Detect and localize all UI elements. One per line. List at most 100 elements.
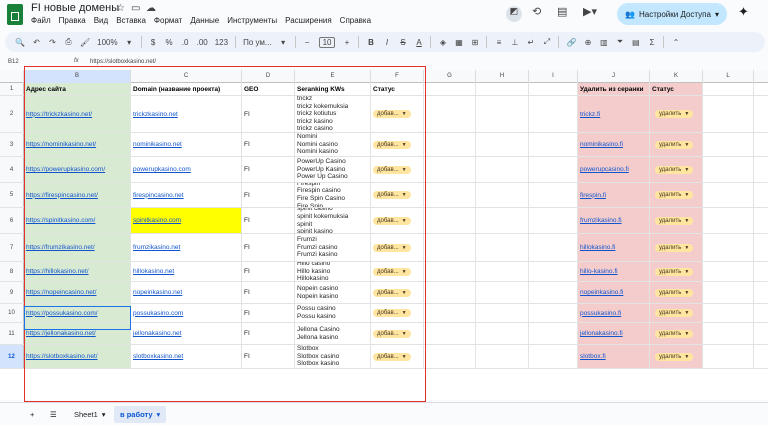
empty-cell[interactable] <box>476 262 529 281</box>
paint-format-icon[interactable]: 🖌 <box>80 38 90 47</box>
remove-domain-link[interactable]: jellonakasino.fi <box>580 330 623 337</box>
status-cell[interactable]: добав... ▼ <box>371 262 424 281</box>
empty-cell[interactable] <box>703 96 754 132</box>
remove-status-cell[interactable]: удалить ▼ <box>650 345 703 368</box>
domain-cell[interactable]: firespincasino.net <box>131 183 242 207</box>
empty-cell[interactable] <box>476 208 529 233</box>
increase-font-icon[interactable]: + <box>342 38 351 47</box>
status-dropdown[interactable]: добав... ▼ <box>373 140 411 149</box>
site-url-link[interactable]: https://nopeincasino.net/ <box>26 289 96 296</box>
status-cell[interactable]: добав... ▼ <box>371 133 424 156</box>
keywords-cell[interactable]: Nomini Nomini casino Nomini kasino <box>295 133 371 156</box>
domain-cell[interactable]: spinitkasino.com <box>131 208 242 233</box>
domain-link[interactable]: frumzikasino.net <box>133 244 180 251</box>
empty-cell[interactable] <box>529 83 578 95</box>
row-number[interactable]: 5 <box>0 183 24 207</box>
site-url-cell[interactable]: https://frumzikasino.net/ <box>24 234 131 261</box>
domain-cell[interactable]: jellonakasino.net <box>131 323 242 344</box>
status-cell[interactable]: добав... ▼ <box>371 282 424 303</box>
remove-status-dropdown[interactable]: удалить ▼ <box>655 110 694 118</box>
cloud-status-icon[interactable]: ☁ <box>146 3 156 14</box>
sheets-logo-icon[interactable] <box>7 4 23 25</box>
empty-cell[interactable] <box>424 282 476 303</box>
remove-domain-cell[interactable]: powerupcasino.fi <box>578 157 650 182</box>
site-url-cell[interactable]: https://powerupkasino.com/ <box>24 157 131 182</box>
status-dropdown[interactable]: добав... ▼ <box>373 216 411 225</box>
geo-cell[interactable]: FI <box>242 262 295 281</box>
empty-cell[interactable] <box>424 345 476 368</box>
keywords-cell[interactable]: Frumzi Frumzi casino Frumzi kasino <box>295 234 371 261</box>
row-number[interactable]: 6 <box>0 208 24 233</box>
empty-cell[interactable] <box>424 234 476 261</box>
status-dropdown[interactable]: добав... ▼ <box>373 309 411 317</box>
menu-help[interactable]: Справка <box>340 16 371 25</box>
empty-cell[interactable] <box>703 133 754 156</box>
strikethrough-icon[interactable]: S <box>398 38 407 47</box>
empty-cell[interactable] <box>529 323 578 344</box>
empty-cell[interactable] <box>703 208 754 233</box>
move-folder-icon[interactable]: ▭ <box>131 3 140 14</box>
header-geo[interactable]: GEO <box>242 83 295 95</box>
select-all-corner[interactable] <box>0 70 24 83</box>
empty-cell[interactable] <box>703 262 754 281</box>
remove-domain-link[interactable]: hillokasino.fi <box>580 244 615 251</box>
empty-cell[interactable] <box>476 345 529 368</box>
account-switcher-icon[interactable]: ◩ <box>506 6 522 22</box>
geo-cell[interactable]: FI <box>242 133 295 156</box>
keywords-cell[interactable]: PowerUp Casino PowerUp Kasino Power Up Cas… <box>295 157 371 182</box>
remove-domain-link[interactable]: nopeinkasino.fi <box>580 289 623 296</box>
remove-domain-cell[interactable]: jellonakasino.fi <box>578 323 650 344</box>
formula-input[interactable]: https://slotboxkasino.net/ <box>90 59 156 65</box>
comment-icon[interactable]: ▤ <box>557 5 567 18</box>
empty-cell[interactable] <box>529 208 578 233</box>
header-status-2[interactable]: Статус <box>650 83 703 95</box>
status-dropdown[interactable]: добав... ▼ <box>373 288 411 297</box>
status-cell[interactable]: добав... ▼ <box>371 323 424 344</box>
more-formats-button[interactable]: 123 <box>215 38 228 47</box>
remove-status-cell[interactable]: удалить ▼ <box>650 133 703 156</box>
row-number[interactable]: 12 <box>0 345 24 368</box>
domain-cell[interactable]: slotboxkasino.net <box>131 345 242 368</box>
menu-data[interactable]: Данные <box>190 16 219 25</box>
menu-edit[interactable]: Правка <box>59 16 86 25</box>
row-number[interactable]: 7 <box>0 234 24 261</box>
empty-cell[interactable] <box>424 157 476 182</box>
empty-cell[interactable] <box>529 304 578 322</box>
all-sheets-icon[interactable]: ☰ <box>44 406 63 423</box>
history-icon[interactable]: ⟲ <box>532 5 541 18</box>
remove-domain-cell[interactable]: possukasino.fi <box>578 304 650 322</box>
empty-cell[interactable] <box>703 304 754 322</box>
remove-domain-cell[interactable]: hillo-kasino.fi <box>578 262 650 281</box>
site-url-cell[interactable]: https://slotboxkasino.net/ <box>24 345 131 368</box>
keywords-cell[interactable]: Possu casino Possu kasino <box>295 304 371 322</box>
filter-views-icon[interactable]: ▤ <box>631 38 640 47</box>
remove-status-cell[interactable]: удалить ▼ <box>650 208 703 233</box>
collapse-toolbar-icon[interactable]: ⌃ <box>671 38 680 47</box>
empty-cell[interactable] <box>703 234 754 261</box>
keywords-cell[interactable]: Hillo casino Hillo kasino Hillokasino <box>295 262 371 281</box>
remove-status-cell[interactable]: удалить ▼ <box>650 234 703 261</box>
font-select[interactable]: По ум... <box>243 38 272 47</box>
header-site-address[interactable]: Адрес сайта <box>24 83 131 95</box>
menu-tools[interactable]: Инструменты <box>227 16 277 25</box>
empty-cell[interactable] <box>476 234 529 261</box>
remove-domain-cell[interactable]: nominikasino.fi <box>578 133 650 156</box>
keywords-cell[interactable]: spinit casino spinit kokemuksia spinit spin… <box>295 208 371 233</box>
status-cell[interactable]: добав... ▼ <box>371 234 424 261</box>
remove-domain-cell[interactable]: hillokasino.fi <box>578 234 650 261</box>
header-status[interactable]: Статус <box>371 83 424 95</box>
site-url-link[interactable]: https://trickzkasino.net/ <box>26 111 92 118</box>
domain-cell[interactable]: trickzkasino.net <box>131 96 242 132</box>
geo-cell[interactable]: FI <box>242 323 295 344</box>
column-header[interactable]: C <box>131 70 242 83</box>
status-dropdown[interactable]: добав... ▼ <box>373 191 411 199</box>
remove-status-cell[interactable]: удалить ▼ <box>650 282 703 303</box>
domain-link[interactable]: hillokasino.net <box>133 268 174 275</box>
status-dropdown[interactable]: добав... ▼ <box>373 267 411 276</box>
empty-cell[interactable] <box>529 183 578 207</box>
chevron-down-icon[interactable]: ▾ <box>125 38 134 47</box>
row-number[interactable]: 9 <box>0 282 24 303</box>
site-url-cell[interactable]: https://nopeincasino.net/ <box>24 282 131 303</box>
domain-link[interactable]: spinitkasino.com <box>133 217 181 224</box>
domain-link[interactable]: trickzkasino.net <box>133 111 178 118</box>
